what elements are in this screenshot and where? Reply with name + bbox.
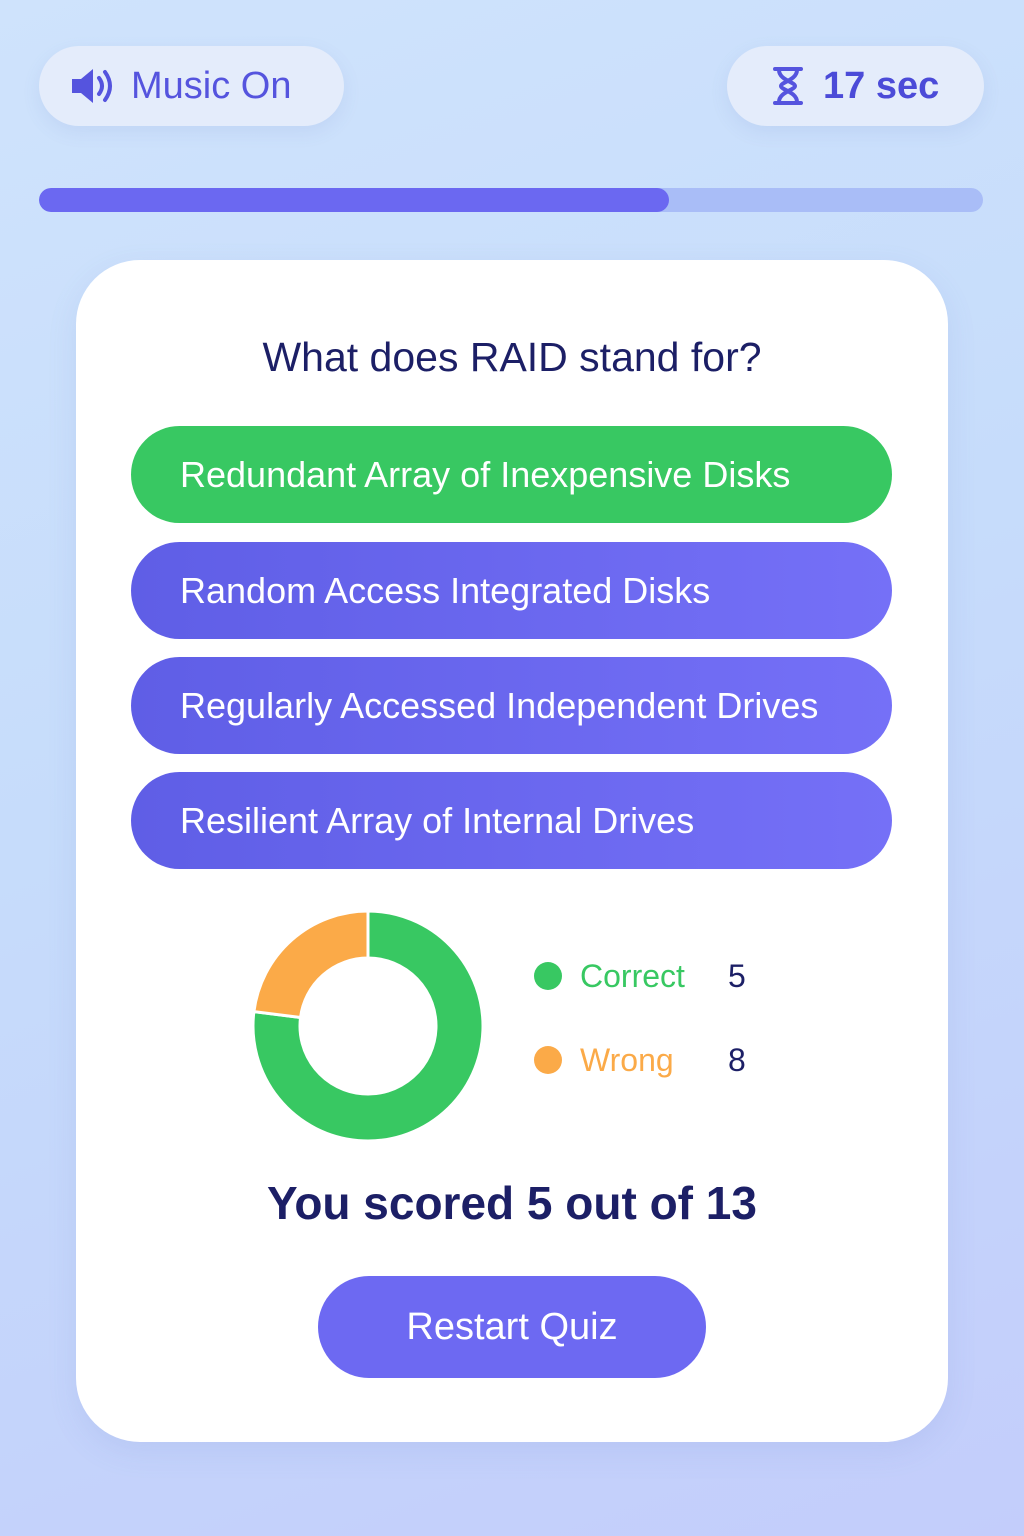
legend-value-wrong: 8: [728, 1041, 746, 1078]
answer-option-label: Redundant Array of Inexpensive Disks: [180, 453, 791, 495]
legend-item-wrong: Wrong 8: [534, 1040, 746, 1080]
music-label: Music On: [131, 64, 292, 107]
answer-option-4[interactable]: Resilient Array of Internal Drives: [131, 772, 892, 869]
timer-display: 17 sec: [727, 46, 984, 126]
legend-dot-correct: [534, 962, 562, 990]
music-toggle-button[interactable]: Music On: [39, 46, 344, 126]
legend-item-correct: Correct 5: [534, 956, 746, 996]
restart-quiz-label: Restart Quiz: [406, 1305, 618, 1348]
restart-quiz-button[interactable]: Restart Quiz: [318, 1276, 706, 1378]
score-donut-chart: [251, 909, 485, 1143]
donut-slice-wrong: [252, 909, 370, 1020]
legend-label-wrong: Wrong: [580, 1041, 674, 1078]
answer-option-2[interactable]: Random Access Integrated Disks: [131, 542, 892, 639]
progress-fill: [39, 188, 669, 212]
answer-option-label: Random Access Integrated Disks: [180, 569, 711, 611]
answer-option-3[interactable]: Regularly Accessed Independent Drives: [131, 657, 892, 754]
timer-label: 17 sec: [823, 64, 940, 107]
legend-value-correct: 5: [728, 957, 746, 994]
score-text: You scored 5 out of 13: [267, 1177, 757, 1229]
answer-option-label: Resilient Array of Internal Drives: [180, 799, 695, 841]
legend-dot-wrong: [534, 1046, 562, 1074]
quiz-progress-bar: [39, 188, 983, 212]
answer-option-label: Regularly Accessed Independent Drives: [180, 684, 819, 726]
answer-option-1[interactable]: Redundant Array of Inexpensive Disks: [131, 426, 892, 523]
question-text: What does RAID stand for?: [262, 334, 762, 380]
legend-label-correct: Correct: [580, 957, 685, 994]
speaker-icon: [69, 66, 117, 106]
hourglass-icon: [771, 66, 805, 106]
